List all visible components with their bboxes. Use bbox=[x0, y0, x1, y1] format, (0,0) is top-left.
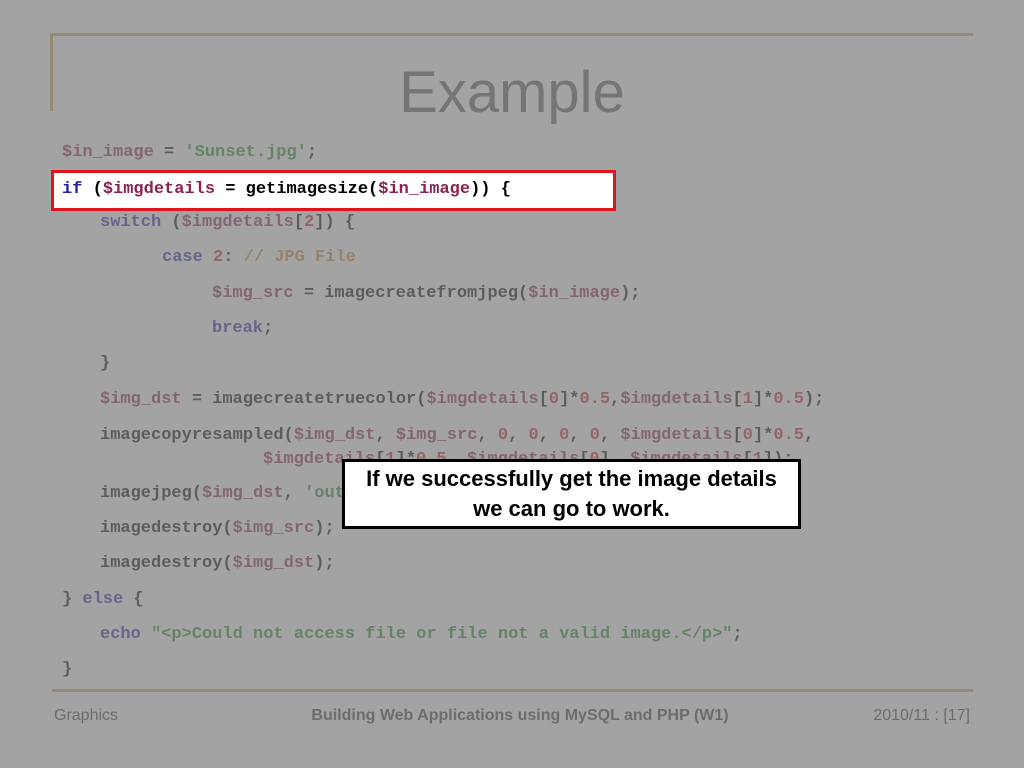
code-token: else bbox=[82, 590, 124, 609]
code-token: , bbox=[803, 426, 815, 445]
code-line-13: imagedestroy($img_dst); bbox=[100, 553, 335, 575]
code-token: $imgdetails bbox=[181, 213, 294, 232]
footer-center: Building Web Applications using MySQL an… bbox=[311, 707, 729, 724]
code-token: , bbox=[477, 426, 498, 445]
code-token: $in_image bbox=[528, 284, 621, 303]
code-token: , bbox=[508, 426, 529, 445]
code-token: if bbox=[62, 180, 83, 199]
code-token: 0 bbox=[742, 426, 753, 445]
code-token: , bbox=[283, 484, 305, 503]
code-token: case bbox=[162, 248, 203, 267]
code-token: : bbox=[223, 248, 244, 267]
code-token: = imagecreatetruecolor( bbox=[181, 390, 427, 409]
code-token: ); bbox=[803, 390, 825, 409]
code-token: , bbox=[375, 426, 396, 445]
code-token: "<p>Could not access file or file not a … bbox=[151, 625, 733, 644]
code-token: [ bbox=[732, 426, 743, 445]
code-token: imagedestroy( bbox=[100, 519, 233, 538]
highlighted-code-line: if ($imgdetails = getimagesize($in_image… bbox=[62, 179, 511, 201]
code-token: ]* bbox=[559, 390, 580, 409]
code-token: imagecopyresampled( bbox=[100, 426, 294, 445]
code-token: $imgdetails bbox=[620, 390, 733, 409]
code-comment: // JPG File bbox=[243, 248, 356, 267]
code-token: $img_dst bbox=[202, 484, 284, 503]
code-token: $imgdetails bbox=[426, 390, 539, 409]
code-line-1: $in_image = 'Sunset.jpg'; bbox=[62, 142, 317, 164]
code-token: ]* bbox=[752, 426, 774, 445]
code-token: [ bbox=[732, 390, 743, 409]
code-line-9: imagecopyresampled($img_dst, $img_src, 0… bbox=[100, 425, 814, 447]
callout-box: If we successfully get the image details… bbox=[342, 459, 801, 529]
code-token: 0 bbox=[528, 426, 539, 445]
code-token: } bbox=[62, 590, 83, 609]
code-token: 0 bbox=[497, 426, 509, 445]
code-line-6: break; bbox=[212, 318, 273, 340]
code-token: $img_src bbox=[212, 284, 294, 303]
code-token: = imagecreatefromjpeg( bbox=[293, 284, 529, 303]
code-line-3: switch ($imgdetails[2]) { bbox=[100, 212, 355, 234]
code-token: { bbox=[123, 590, 144, 609]
code-token: $imgdetails bbox=[102, 180, 216, 199]
code-line-14: } else { bbox=[62, 589, 144, 611]
code-token: ; bbox=[306, 143, 318, 162]
presentation-slide: Example $in_image = 'Sunset.jpg'; if ($i… bbox=[0, 0, 1024, 768]
code-token: $in_image bbox=[378, 180, 471, 199]
code-line-7: } bbox=[100, 353, 110, 375]
code-token: 1 bbox=[742, 390, 753, 409]
code-token: , bbox=[538, 426, 560, 445]
code-token: , bbox=[569, 426, 590, 445]
code-token: , bbox=[610, 390, 621, 409]
code-token: 0 bbox=[559, 426, 570, 445]
code-token: , bbox=[599, 426, 621, 445]
code-token: 2 bbox=[213, 248, 224, 267]
code-token: $img_src bbox=[232, 519, 315, 538]
code-token: [ bbox=[293, 213, 305, 232]
code-token: break bbox=[212, 319, 264, 338]
code-token: 2 bbox=[304, 213, 315, 232]
code-token: echo bbox=[100, 625, 141, 644]
code-line-12: imagedestroy($img_src); bbox=[100, 518, 335, 540]
code-token: ( bbox=[82, 180, 103, 199]
code-token: ]) { bbox=[314, 213, 356, 232]
code-line-4: case 2: // JPG File bbox=[162, 247, 356, 269]
code-line-16: } bbox=[62, 659, 72, 681]
code-token: 'Sunset.jpg' bbox=[184, 143, 307, 162]
code-token: = getimagesize( bbox=[215, 180, 379, 199]
code-line-5: $img_src = imagecreatefromjpeg($in_image… bbox=[212, 283, 641, 305]
code-token: ]* bbox=[752, 390, 774, 409]
code-token: = bbox=[153, 143, 185, 162]
code-token: } bbox=[62, 660, 73, 679]
code-token: )) { bbox=[470, 180, 511, 199]
code-token: imagejpeg( bbox=[100, 484, 203, 503]
code-token: ; bbox=[263, 319, 274, 338]
code-token: $in_image bbox=[62, 143, 154, 162]
code-token: $img_dst bbox=[232, 554, 315, 573]
code-token: $img_src bbox=[395, 426, 478, 445]
code-line-8: $img_dst = imagecreatetruecolor($imgdeta… bbox=[100, 389, 824, 411]
footer-right: 2010/11 : [17] bbox=[873, 707, 970, 724]
code-token: } bbox=[100, 354, 111, 373]
code-listing: $in_image = 'Sunset.jpg'; if ($imgdetail… bbox=[0, 0, 1024, 768]
code-token: 0.5 bbox=[579, 390, 611, 409]
code-token: ); bbox=[314, 554, 335, 573]
code-token: switch bbox=[100, 213, 162, 232]
code-token: ); bbox=[620, 284, 641, 303]
code-token: imagedestroy( bbox=[100, 554, 233, 573]
code-token: ( bbox=[161, 213, 182, 232]
code-token: ); bbox=[314, 519, 335, 538]
code-token: 0.5 bbox=[773, 390, 804, 409]
code-token: 0.5 bbox=[773, 426, 804, 445]
code-token: 0 bbox=[548, 390, 560, 409]
code-token: 0 bbox=[589, 426, 600, 445]
code-token: ; bbox=[732, 625, 743, 644]
code-token: [ bbox=[538, 390, 549, 409]
code-line-15: echo "<p>Could not access file or file n… bbox=[100, 624, 743, 646]
code-token: $imgdetails bbox=[620, 426, 733, 445]
code-token: $img_dst bbox=[293, 426, 376, 445]
code-token: $img_dst bbox=[100, 390, 182, 409]
